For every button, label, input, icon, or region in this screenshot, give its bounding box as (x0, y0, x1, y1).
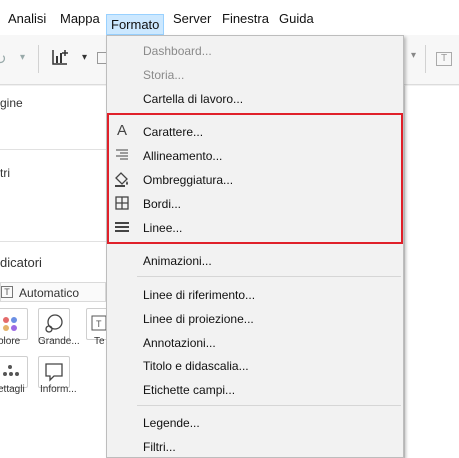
menu-mappa[interactable]: Mappa (56, 9, 104, 29)
left-pane: gine tri dicatori T Automatico olore Gra… (0, 86, 110, 458)
detail-label: ettagli (0, 384, 25, 395)
menu-item-linee-di-proiezione[interactable]: Linee di proiezione... (143, 312, 254, 326)
menu-item-cartella-di-lavoro[interactable]: Cartella di lavoro... (143, 92, 243, 106)
menu-formato[interactable]: Formato (106, 14, 165, 35)
mark-type-dropdown[interactable]: T Automatico (0, 282, 106, 302)
pages-shelf: gine (0, 86, 106, 150)
menu-item-annotazioni[interactable]: Annotazioni... (143, 336, 216, 350)
chevron-down-icon[interactable]: ▾ (82, 52, 87, 63)
menu-separator (137, 276, 401, 277)
menu-item-etichette-campi[interactable]: Etichette campi... (143, 383, 235, 397)
menu-guida[interactable]: Guida (275, 9, 318, 29)
tooltip-label: Inform... (40, 384, 77, 395)
menu-item-linee-di-riferimento[interactable]: Linee di riferimento... (143, 288, 255, 302)
toolbar-separator (38, 45, 39, 73)
text-label: Te (94, 336, 105, 347)
mark-type-label: Automatico (19, 286, 80, 300)
color-label: olore (0, 336, 21, 347)
size-circles-icon (45, 314, 63, 333)
canvas-area (404, 86, 459, 458)
menu-server[interactable]: Server (169, 9, 215, 29)
text-box-icon[interactable]: T (436, 52, 452, 66)
chevron-down-icon[interactable]: ▾ (20, 52, 25, 63)
menu-analisi[interactable]: Analisi (4, 9, 50, 29)
menu-item-storia[interactable]: Storia... (143, 68, 184, 82)
highlight-box (107, 113, 403, 244)
menu-item-dashboard[interactable]: Dashboard... (143, 44, 212, 58)
format-menu: Dashboard... Storia... Cartella di lavor… (106, 35, 404, 458)
marks-title: dicatori (0, 255, 42, 270)
redo-icon[interactable]: ↻ (0, 50, 7, 68)
size-label: Grande... (38, 336, 80, 347)
menu-separator (137, 405, 401, 406)
new-worksheet-icon[interactable] (50, 47, 72, 69)
tooltip-bubble-icon (45, 363, 63, 382)
filters-shelf: tri (0, 158, 106, 242)
text-mark-icon: T (1, 286, 13, 298)
detail-dots-icon (3, 365, 19, 376)
pages-title: gine (0, 96, 23, 110)
svg-text:T: T (96, 319, 102, 329)
filters-title: tri (0, 166, 10, 180)
menu-item-animazioni[interactable]: Animazioni... (143, 254, 212, 268)
toolbar-separator (425, 45, 426, 73)
color-dots-icon (3, 317, 17, 331)
menu-item-filtri[interactable]: Filtri... (143, 440, 176, 454)
chevron-down-icon[interactable]: ▾ (411, 50, 416, 61)
menu-finestra[interactable]: Finestra (218, 9, 273, 29)
menu-bar: Analisi Mappa Formato Server Finestra Gu… (0, 0, 459, 35)
menu-item-titolo-e-didascalia[interactable]: Titolo e didascalia... (143, 359, 249, 373)
menu-item-legende[interactable]: Legende... (143, 416, 200, 430)
